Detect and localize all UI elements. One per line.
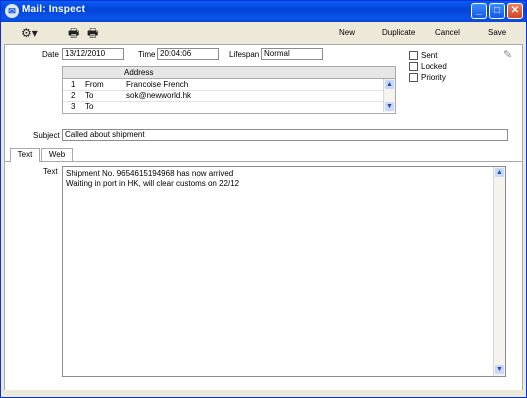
date-label: Date <box>42 50 59 59</box>
tab-web[interactable]: Web <box>41 148 73 161</box>
record-form: Date 13/12/2010 Time 20:04:06 Lifespan N… <box>4 44 523 392</box>
address-table: Address 1 From Francoise French 2 To sok… <box>62 66 396 114</box>
gear-icon[interactable]: ⚙▾ <box>21 26 38 40</box>
address-scrollbar[interactable]: ▲ ▼ <box>383 79 395 112</box>
print-icon[interactable]: 🖶 <box>68 26 79 40</box>
address-table-header: Address <box>63 67 395 79</box>
attachment-icon[interactable]: ✎ <box>503 48 512 61</box>
body-scrollbar[interactable]: ▲ ▼ <box>493 167 505 376</box>
sent-label: Sent <box>421 51 438 60</box>
mail-app-icon: ✉ <box>5 4 19 18</box>
row-number: 2 <box>71 91 76 100</box>
priority-checkbox[interactable] <box>409 73 418 82</box>
locked-label: Locked <box>421 62 447 71</box>
cancel-button[interactable]: Cancel <box>435 28 460 37</box>
scroll-down-icon[interactable]: ▼ <box>495 365 504 374</box>
time-label: Time <box>138 50 156 59</box>
scroll-up-icon[interactable]: ▲ <box>495 168 504 177</box>
print-preview-icon[interactable]: 🖶 <box>87 26 98 40</box>
sent-checkbox[interactable] <box>409 51 418 60</box>
date-field[interactable]: 13/12/2010 <box>62 48 124 60</box>
locked-checkbox[interactable] <box>409 62 418 71</box>
close-button[interactable]: ✕ <box>507 3 523 19</box>
time-field[interactable]: 20:04:06 <box>157 48 219 60</box>
duplicate-button[interactable]: Duplicate <box>382 28 415 37</box>
new-button[interactable]: New <box>339 28 355 37</box>
mail-inspect-window: ✉ Mail: Inspect _ □ ✕ ⚙▾ 🖶 🖶 New Duplica… <box>0 0 527 398</box>
body-line: Waiting in port in HK, will clear custom… <box>66 179 240 188</box>
subject-label: Subject <box>33 131 60 140</box>
save-button[interactable]: Save <box>488 28 506 37</box>
row-number: 3 <box>71 102 76 111</box>
address-cell[interactable]: sok@newworld.hk <box>126 91 191 100</box>
address-type-cell[interactable]: To <box>85 91 93 100</box>
tab-bar: Text Web <box>10 148 520 162</box>
address-cell[interactable]: Francoise French <box>126 80 188 89</box>
tab-text[interactable]: Text <box>10 148 40 162</box>
body-text-label: Text <box>43 167 58 176</box>
status-bar <box>1 390 526 397</box>
subject-field[interactable]: Called about shipment <box>62 129 508 141</box>
address-type-cell[interactable]: From <box>85 80 104 89</box>
priority-label: Priority <box>421 73 446 82</box>
body-line: Shipment No. 9654615194968 has now arriv… <box>66 169 234 178</box>
scroll-down-icon[interactable]: ▼ <box>385 102 394 111</box>
title-bar: ✉ Mail: Inspect _ □ ✕ <box>1 1 526 22</box>
lifespan-field[interactable]: Normal <box>261 48 323 60</box>
maximize-button[interactable]: □ <box>489 3 505 19</box>
table-row[interactable]: 3 To <box>63 101 383 112</box>
minimize-button[interactable]: _ <box>471 3 487 19</box>
address-type-cell[interactable]: To <box>85 102 93 111</box>
toolbar: ⚙▾ 🖶 🖶 New Duplicate Cancel Save <box>1 22 526 44</box>
address-column-header: Address <box>124 68 154 77</box>
lifespan-label: Lifespan <box>229 50 260 59</box>
scroll-up-icon[interactable]: ▲ <box>385 80 394 89</box>
window-title: Mail: Inspect <box>22 4 86 15</box>
body-textarea[interactable]: Shipment No. 9654615194968 has now arriv… <box>62 166 506 377</box>
row-number: 1 <box>71 80 76 89</box>
